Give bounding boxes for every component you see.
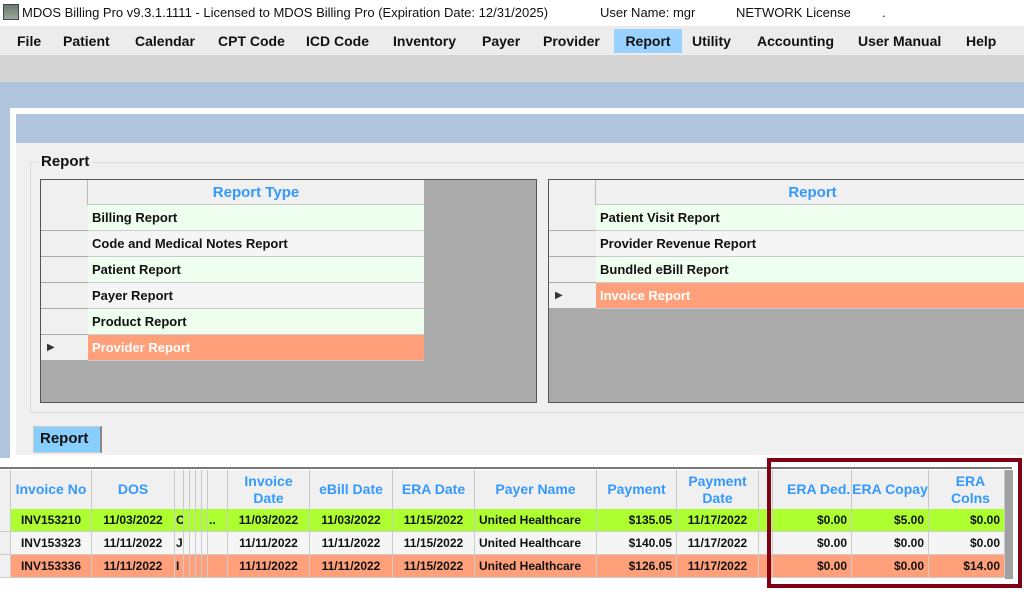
cell-era-date[interactable]: 11/15/2022 bbox=[393, 555, 475, 578]
cell-era-date[interactable]: 11/15/2022 bbox=[393, 509, 475, 532]
cell-dos[interactable]: 11/11/2022 bbox=[92, 555, 175, 578]
menu-cpt-code[interactable]: CPT Code bbox=[212, 29, 291, 53]
report-patient-visit[interactable]: Patient Visit Report bbox=[596, 205, 1024, 231]
report-row[interactable]: Patient Visit Report bbox=[549, 205, 1024, 231]
menu-accounting[interactable]: Accounting bbox=[751, 29, 840, 53]
report-type-code-notes[interactable]: Code and Medical Notes Report bbox=[88, 231, 424, 257]
report-type-patient[interactable]: Patient Report bbox=[88, 257, 424, 283]
cell-invoice-no[interactable]: INV153210 bbox=[11, 509, 92, 532]
menu-payer[interactable]: Payer bbox=[476, 29, 526, 53]
report-type-grid: Report Type Billing Report Code and Medi… bbox=[40, 179, 537, 403]
cell-trunc2[interactable] bbox=[208, 555, 228, 578]
cell-invoice-no[interactable]: INV153323 bbox=[11, 532, 92, 555]
cell-payment[interactable]: $140.05 bbox=[597, 532, 677, 555]
menu-utility[interactable]: Utility bbox=[686, 29, 737, 53]
title-bar: MDOS Billing Pro v9.3.1.1111 - Licensed … bbox=[0, 0, 1024, 26]
cell-trunc2[interactable] bbox=[208, 532, 228, 555]
cell-ebill-date[interactable]: 11/03/2022 bbox=[310, 509, 393, 532]
row-header-corner bbox=[41, 180, 88, 205]
menu-calendar[interactable]: Calendar bbox=[129, 29, 201, 53]
cell-trunc2[interactable]: .. bbox=[208, 509, 228, 532]
report-type-row[interactable]: Billing Report bbox=[41, 205, 536, 231]
col-payment-date[interactable]: Payment Date bbox=[677, 470, 759, 509]
cell-dos[interactable]: 11/03/2022 bbox=[92, 509, 175, 532]
report-type-billing[interactable]: Billing Report bbox=[88, 205, 424, 231]
report-type-row[interactable]: Code and Medical Notes Report bbox=[41, 231, 536, 257]
menu-patient[interactable]: Patient bbox=[57, 29, 116, 53]
cell-trunc[interactable]: I bbox=[175, 555, 184, 578]
window-title: MDOS Billing Pro v9.3.1.1111 - Licensed … bbox=[22, 5, 549, 20]
report-button[interactable]: Report bbox=[33, 426, 102, 453]
report-type-provider[interactable]: Provider Report bbox=[88, 335, 424, 361]
report-header: Report bbox=[596, 180, 1024, 205]
menu-icd-code[interactable]: ICD Code bbox=[300, 29, 375, 53]
row-pointer-icon: ▶ bbox=[41, 335, 88, 361]
cell-invoice-date[interactable]: 11/03/2022 bbox=[228, 509, 310, 532]
cell-payer-name[interactable]: United Healthcare bbox=[475, 555, 597, 578]
row-header-corner bbox=[549, 180, 596, 205]
cell-payment[interactable]: $135.05 bbox=[597, 509, 677, 532]
report-type-row[interactable]: Patient Report bbox=[41, 257, 536, 283]
row-header-corner bbox=[0, 470, 11, 509]
license-type: NETWORK License bbox=[736, 5, 851, 20]
col-invoice-no[interactable]: Invoice No bbox=[11, 470, 92, 509]
cell-invoice-date[interactable]: 11/11/2022 bbox=[228, 555, 310, 578]
cell-era-date[interactable]: 11/15/2022 bbox=[393, 532, 475, 555]
report-invoice[interactable]: Invoice Report bbox=[596, 283, 1024, 309]
report-grid: Report Patient Visit Report Provider Rev… bbox=[548, 179, 1024, 403]
menu-bar: File Patient Calendar CPT Code ICD Code … bbox=[0, 26, 1024, 55]
report-type-row-selected[interactable]: ▶ Provider Report bbox=[41, 335, 536, 361]
menu-user-manual[interactable]: User Manual bbox=[852, 29, 947, 53]
report-type-product[interactable]: Product Report bbox=[88, 309, 424, 335]
report-type-row[interactable]: Product Report bbox=[41, 309, 536, 335]
cell-payment-date[interactable]: 11/17/2022 bbox=[677, 509, 759, 532]
cell-payer-name[interactable]: United Healthcare bbox=[475, 509, 597, 532]
report-panel-titlebar bbox=[16, 114, 1024, 143]
cell-payment[interactable]: $126.05 bbox=[597, 555, 677, 578]
col-hidden[interactable] bbox=[175, 470, 184, 509]
row-header[interactable] bbox=[0, 509, 11, 532]
header-band bbox=[0, 82, 1024, 108]
col-payment[interactable]: Payment bbox=[597, 470, 677, 509]
report-row-selected[interactable]: ▶ Invoice Report bbox=[549, 283, 1024, 309]
report-row[interactable]: Provider Revenue Report bbox=[549, 231, 1024, 257]
col-era-date[interactable]: ERA Date bbox=[393, 470, 475, 509]
cell-ebill-date[interactable]: 11/11/2022 bbox=[310, 532, 393, 555]
report-type-header: Report Type bbox=[88, 180, 424, 205]
cell-trunc[interactable]: C bbox=[175, 509, 184, 532]
row-pointer-icon: ▶ bbox=[549, 283, 596, 309]
col-invoice-date[interactable]: Invoice Date bbox=[228, 470, 310, 509]
menu-provider[interactable]: Provider bbox=[537, 29, 606, 53]
menu-report[interactable]: Report bbox=[614, 29, 682, 53]
report-type-payer[interactable]: Payer Report bbox=[88, 283, 424, 309]
col-ebill-date[interactable]: eBill Date bbox=[310, 470, 393, 509]
col-hidden[interactable] bbox=[208, 470, 228, 509]
app-icon bbox=[3, 4, 19, 20]
row-header[interactable] bbox=[0, 555, 11, 578]
cell-invoice-date[interactable]: 11/11/2022 bbox=[228, 532, 310, 555]
report-type-row[interactable]: Payer Report bbox=[41, 283, 536, 309]
toolbar bbox=[0, 55, 1024, 82]
col-dos[interactable]: DOS bbox=[92, 470, 175, 509]
cell-invoice-no[interactable]: INV153336 bbox=[11, 555, 92, 578]
cell-trunc[interactable]: J bbox=[175, 532, 184, 555]
menu-help[interactable]: Help bbox=[960, 29, 1002, 53]
user-name: User Name: mgr bbox=[600, 5, 696, 20]
menu-file[interactable]: File bbox=[11, 29, 47, 53]
row-header[interactable] bbox=[0, 532, 11, 555]
cell-payment-date[interactable]: 11/17/2022 bbox=[677, 555, 759, 578]
cell-ebill-date[interactable]: 11/11/2022 bbox=[310, 555, 393, 578]
report-group-label: Report bbox=[38, 153, 93, 170]
title-dot: . bbox=[882, 5, 886, 20]
cell-dos[interactable]: 11/11/2022 bbox=[92, 532, 175, 555]
menu-inventory[interactable]: Inventory bbox=[387, 29, 462, 53]
report-row[interactable]: Bundled eBill Report bbox=[549, 257, 1024, 283]
cell-payment-date[interactable]: 11/17/2022 bbox=[677, 532, 759, 555]
report-provider-revenue[interactable]: Provider Revenue Report bbox=[596, 231, 1024, 257]
era-columns-highlight bbox=[767, 458, 1022, 588]
cell-payer-name[interactable]: United Healthcare bbox=[475, 532, 597, 555]
col-payer-name[interactable]: Payer Name bbox=[475, 470, 597, 509]
report-bundled-ebill[interactable]: Bundled eBill Report bbox=[596, 257, 1024, 283]
